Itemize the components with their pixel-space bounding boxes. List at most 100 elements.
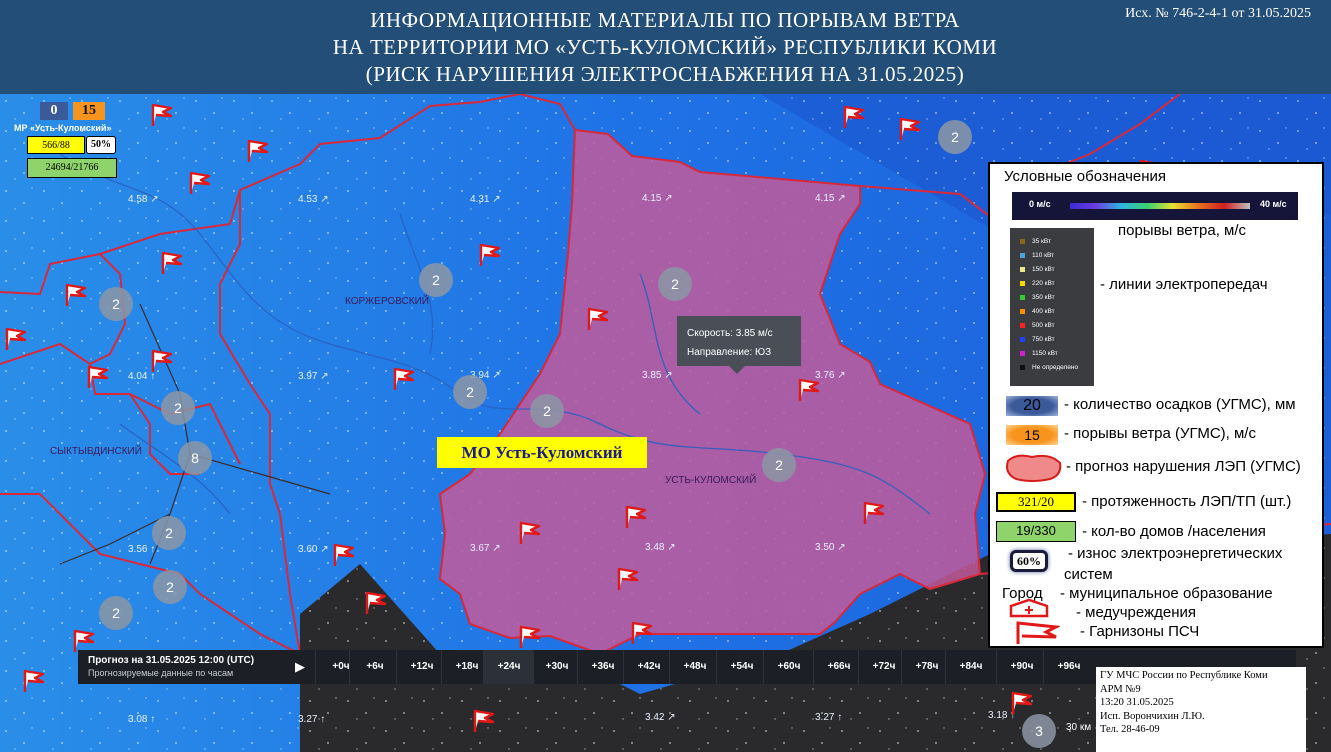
timeline-step[interactable]: +84ч — [945, 650, 996, 684]
cluster-marker[interactable]: 2 — [153, 570, 187, 604]
municipality-label: МО Усть-Куломский — [437, 437, 647, 468]
scale-max-label: 40 м/с — [1260, 199, 1287, 209]
play-icon[interactable]: ▶ — [288, 655, 312, 679]
line-class-item: Не определено — [1020, 364, 1078, 371]
fire-station-flag-icon[interactable] — [246, 138, 270, 164]
cluster-marker[interactable]: 3 — [1022, 714, 1056, 748]
title-line-2: НА ТЕРРИТОРИИ МО «УСТЬ-КУЛОМСКИЙ» РЕСПУБ… — [332, 35, 998, 59]
scale-min-label: 0 м/с — [1029, 199, 1051, 209]
district-name: МР «Усть-Куломский» — [14, 123, 112, 133]
fire-station-flag-icon[interactable] — [624, 504, 648, 530]
timeline-step[interactable]: +12ч — [396, 650, 447, 684]
legend-lines-length-label: - протяженность ЛЭП/ТП (шт.) — [1082, 493, 1292, 510]
fire-station-icon — [1016, 621, 1060, 644]
fire-station-flag-icon[interactable] — [332, 542, 356, 568]
fire-station-flag-icon[interactable] — [518, 520, 542, 546]
district-gust-badge: 15 — [73, 102, 105, 120]
fire-station-flag-icon[interactable] — [862, 500, 886, 526]
fire-station-flag-icon[interactable] — [64, 282, 88, 308]
timeline-step[interactable]: +54ч — [716, 650, 767, 684]
fire-station-flag-icon[interactable] — [22, 668, 46, 694]
cluster-marker[interactable]: 2 — [152, 516, 186, 550]
timeline-step-active[interactable]: +24ч — [483, 650, 534, 684]
fire-station-flag-icon[interactable] — [472, 708, 496, 734]
cluster-marker[interactable]: 2 — [419, 263, 453, 297]
wind-value: 3.60 ↗ — [298, 544, 329, 555]
cluster-marker[interactable]: 2 — [99, 596, 133, 630]
fire-station-flag-icon[interactable] — [842, 104, 866, 130]
fire-station-flag-icon[interactable] — [392, 366, 416, 392]
wind-value: 3.97 ↗ — [298, 371, 329, 382]
legend-municipal-label: - муниципальное образование — [1060, 585, 1273, 602]
info-phone: Тел. 28-46-09 — [1100, 724, 1160, 735]
cluster-marker[interactable]: 2 — [161, 391, 195, 425]
legend-gust-badge: 15 — [1006, 425, 1058, 445]
place-label-ust-kulomsky: УСТЬ-КУЛОМСКИЙ — [665, 475, 757, 486]
line-class-item: 750 кВт — [1020, 336, 1055, 343]
timeline-step[interactable]: +66ч — [813, 650, 864, 684]
fire-station-flag-icon[interactable] — [616, 566, 640, 592]
wind-value: 3.42 ↗ — [645, 712, 676, 723]
wind-value: 4.15 ↗ — [642, 193, 673, 204]
wind-value: 3.67 ↗ — [470, 543, 501, 554]
district-wear-badge: 50% — [86, 136, 116, 154]
timeline-step[interactable]: +48ч — [669, 650, 720, 684]
fire-station-flag-icon[interactable] — [586, 306, 610, 332]
district-lines-badge: 566/88 — [27, 136, 85, 154]
risk-zone-swatch-icon — [1006, 454, 1062, 482]
fire-station-flag-icon[interactable] — [364, 590, 388, 616]
line-class-item: 220 кВт — [1020, 280, 1055, 287]
timeline-step[interactable]: +90ч — [996, 650, 1047, 684]
fire-station-flag-icon[interactable] — [478, 242, 502, 268]
document-reference: Исх. № 746-2-4-1 от 31.05.2025 — [1125, 6, 1311, 21]
cluster-marker[interactable]: 2 — [99, 287, 133, 321]
fire-station-flag-icon[interactable] — [797, 377, 821, 403]
timeline-step[interactable]: +6ч — [349, 650, 400, 684]
legend-wear-label-1: - износ электроэнергетических — [1068, 545, 1283, 562]
line-class-item: 1150 кВт — [1020, 350, 1058, 357]
info-workstation: АРМ №9 — [1100, 683, 1141, 695]
wind-color-scale: 0 м/с 40 м/с — [1012, 192, 1298, 220]
fire-station-flag-icon[interactable] — [1010, 690, 1034, 716]
timeline-step[interactable]: +96ч — [1043, 650, 1094, 684]
fire-station-flag-icon[interactable] — [150, 348, 174, 374]
legend-med-label: - медучреждения — [1076, 604, 1196, 621]
wind-tooltip: Скорость: 3.85 м/с Направление: ЮЗ — [677, 316, 801, 374]
fire-station-flag-icon[interactable] — [150, 102, 174, 128]
timeline-step[interactable]: +60ч — [763, 650, 814, 684]
wind-value: 3.56 ↑ — [128, 544, 156, 555]
legend-houses-label: - кол-во домов /населения — [1082, 523, 1266, 540]
info-author: Исп. Ворончихин Л.Ю. — [1100, 710, 1205, 722]
fire-station-flag-icon[interactable] — [898, 116, 922, 142]
legend-precip-badge: 20 — [1006, 396, 1058, 416]
cluster-marker[interactable]: 2 — [938, 120, 972, 154]
line-class-item: 350 кВт — [1020, 294, 1055, 301]
tooltip-speed: Скорость: 3.85 м/с — [687, 328, 773, 339]
fire-station-flag-icon[interactable] — [4, 326, 28, 352]
wind-value: 4.58 ↗ — [128, 194, 159, 205]
fire-station-flag-icon[interactable] — [188, 170, 212, 196]
line-class-item: 35 кВт — [1020, 238, 1051, 245]
fire-station-flag-icon[interactable] — [630, 620, 654, 646]
cluster-marker[interactable]: 2 — [453, 375, 487, 409]
cluster-marker[interactable]: 8 — [178, 441, 212, 475]
fire-station-flag-icon[interactable] — [160, 250, 184, 276]
wind-value: 3.27 ↑ — [298, 714, 326, 725]
timeline-step[interactable]: +30ч — [531, 650, 582, 684]
timeline-step[interactable]: +36ч — [577, 650, 628, 684]
cluster-marker[interactable]: 2 — [658, 267, 692, 301]
legend-wear-label-2: систем — [1064, 566, 1113, 583]
title-line-3: (РИСК НАРУШЕНИЯ ЭЛЕКТРОСНАБЖЕНИЯ НА 31.0… — [365, 62, 965, 86]
timeline-title: Прогноз на 31.05.2025 12:00 (UTC) — [88, 655, 255, 666]
timeline-step[interactable]: +42ч — [623, 650, 674, 684]
legend-lines-badge: 321/20 — [996, 492, 1076, 512]
legend-lines-label: - линии электропередач — [1100, 276, 1268, 293]
cluster-marker[interactable]: 2 — [530, 394, 564, 428]
cluster-marker[interactable]: 2 — [762, 448, 796, 482]
hospital-icon — [1009, 598, 1049, 618]
wind-gradient-bar — [1070, 203, 1250, 209]
fire-station-flag-icon[interactable] — [518, 624, 542, 650]
legend-gust-label: - порывы ветра (УГМС), м/с — [1064, 425, 1256, 442]
fire-station-flag-icon[interactable] — [86, 364, 110, 390]
district-precip-badge: 0 — [40, 102, 68, 120]
